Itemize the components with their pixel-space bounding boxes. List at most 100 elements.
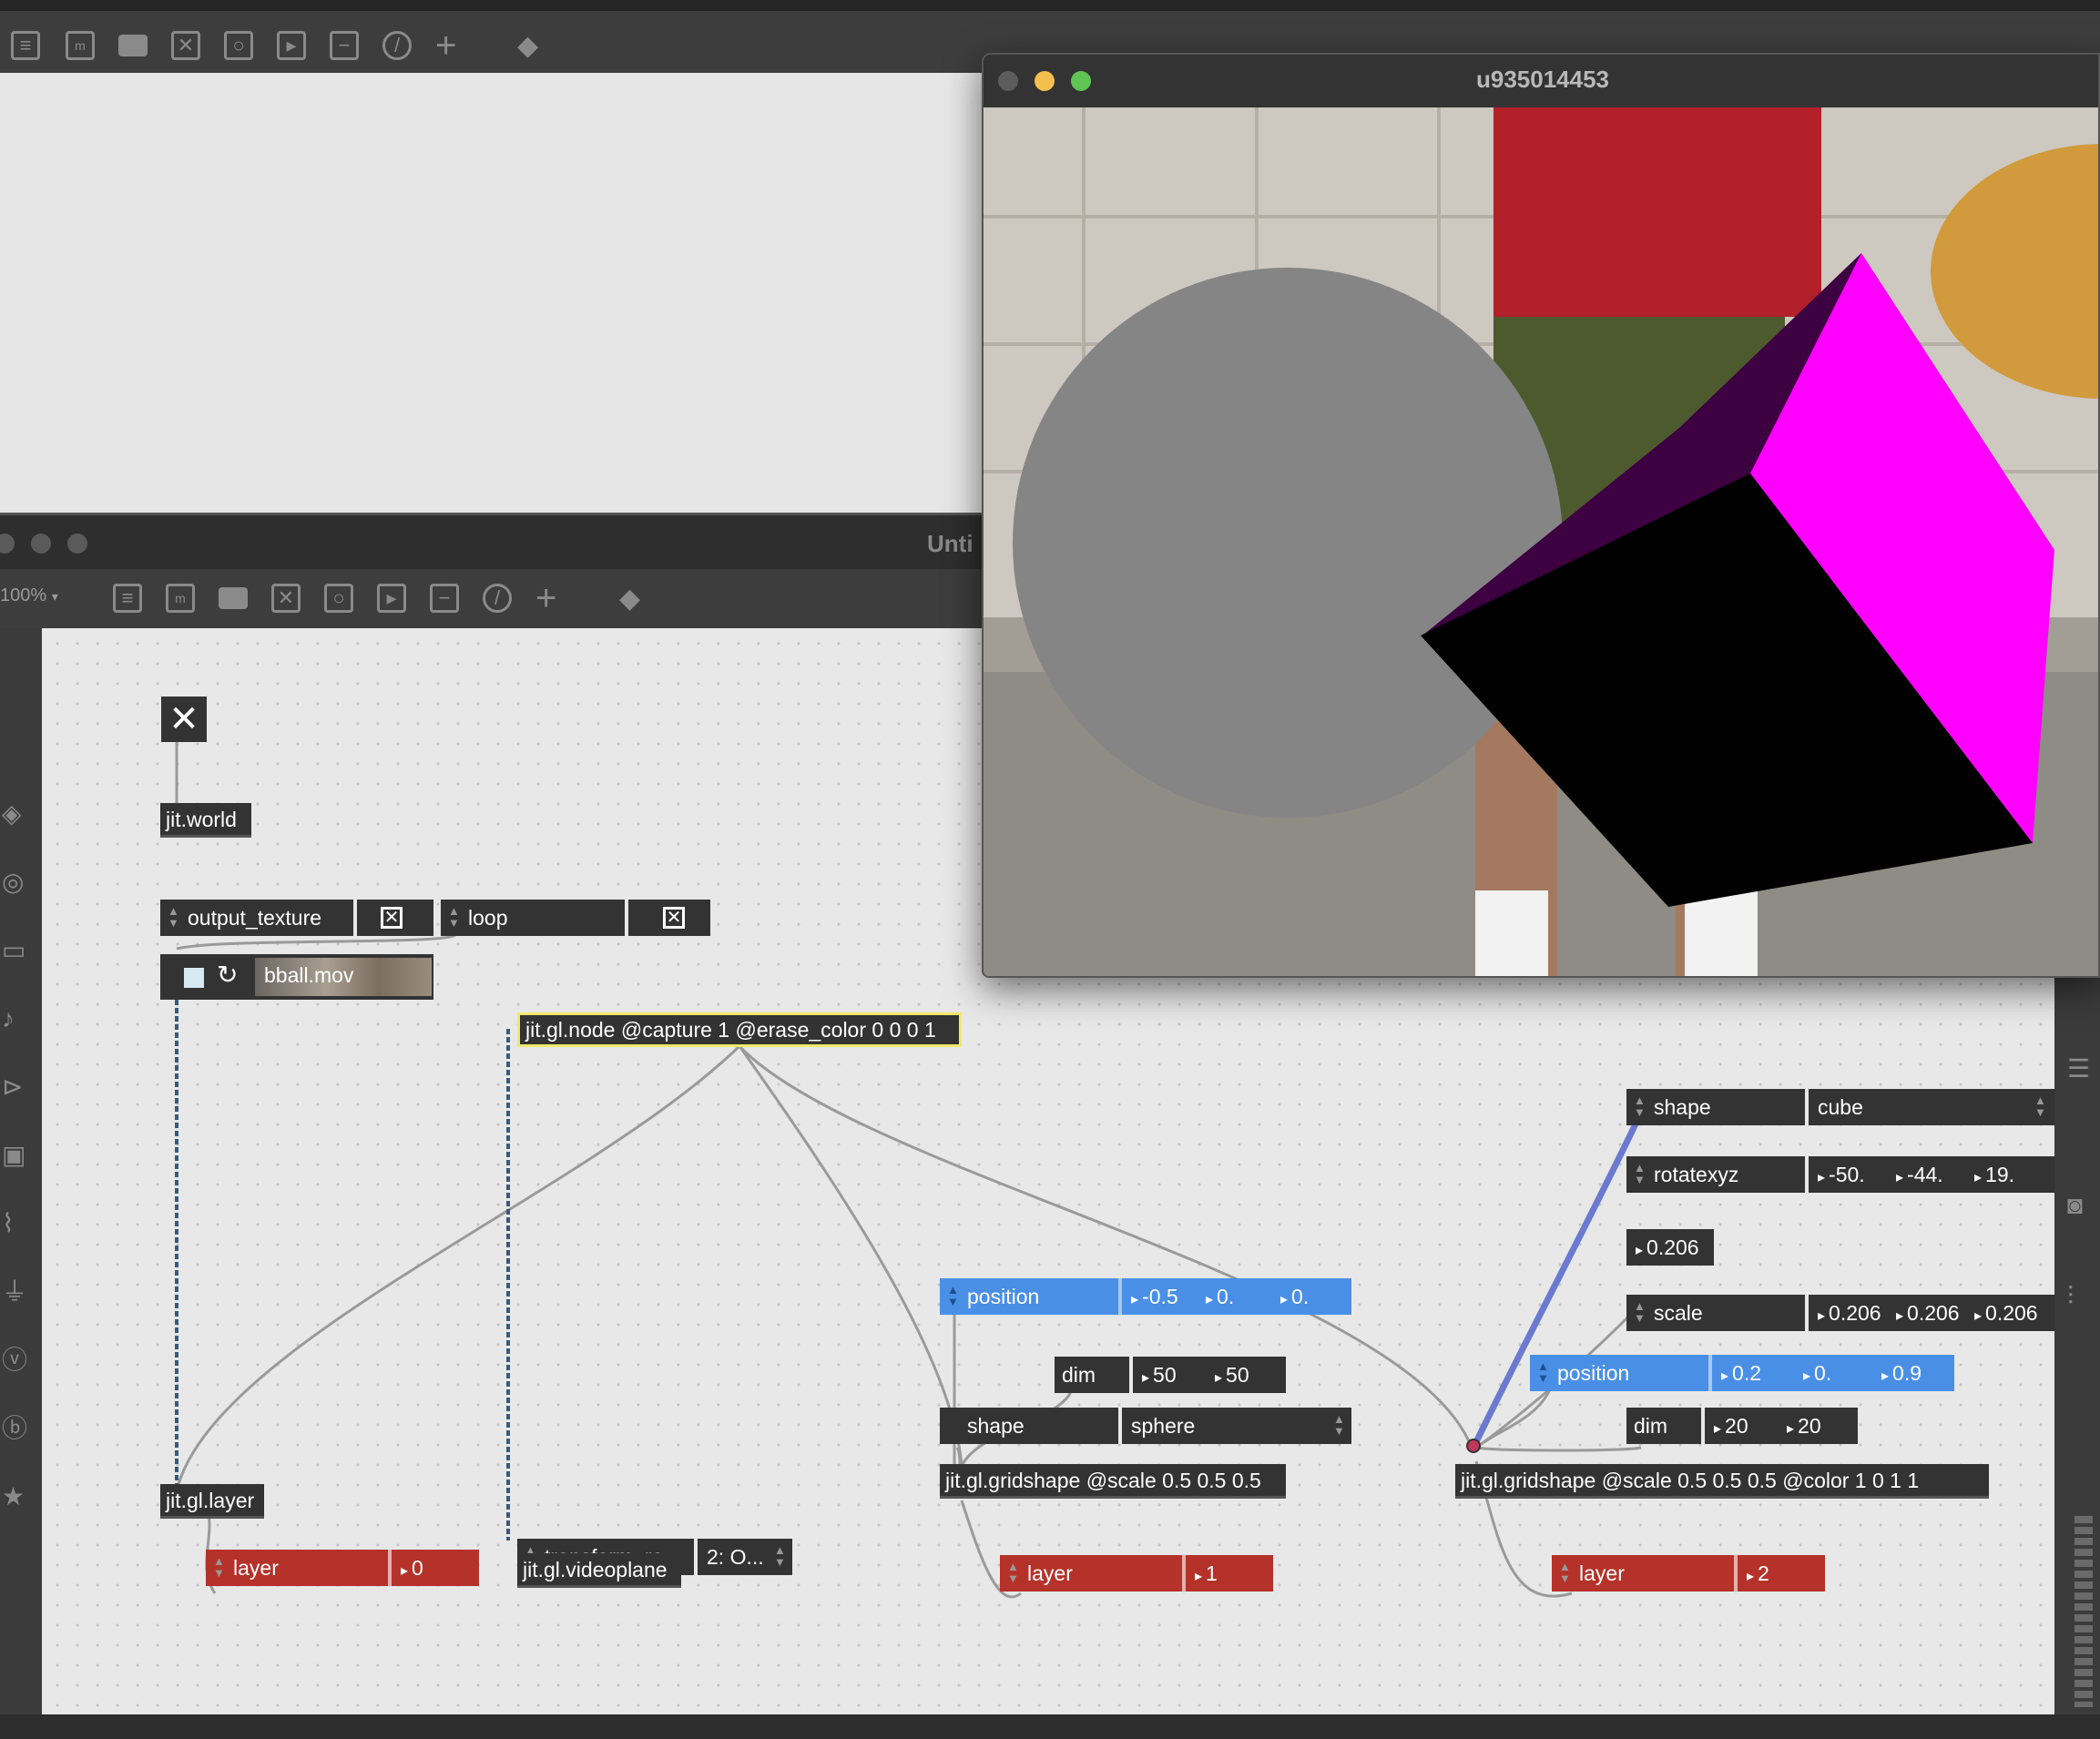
slider-icon[interactable]: −	[330, 31, 359, 60]
zoom-menu[interactable]: 100% ▾	[0, 585, 58, 606]
paperclip-icon[interactable]: ⌇	[2, 1211, 27, 1236]
movie-player[interactable]: ↻ bball.mov	[160, 954, 433, 1000]
loop-attrui[interactable]: ▲ ▼ loop ✕	[441, 900, 710, 936]
paint-icon[interactable]: ◆	[619, 585, 640, 613]
attr-value[interactable]: 1	[1186, 1555, 1218, 1592]
render-window[interactable]: u935014453	[982, 53, 2100, 978]
add-icon[interactable]: +	[535, 580, 556, 616]
message-icon[interactable]: m	[166, 584, 195, 613]
comment-icon[interactable]	[219, 587, 248, 609]
cube-icon[interactable]: ◈	[2, 801, 27, 827]
cube-rotatexyz-attrui[interactable]: ▲▼ rotatexyz -50. -44. 19.	[1626, 1156, 2054, 1193]
cord-node-sphere	[738, 1045, 963, 1467]
patcher-icon[interactable]: ≡	[113, 584, 142, 613]
checkbox-icon[interactable]: ✕	[663, 907, 685, 929]
jit-world-object[interactable]: jit.world	[160, 803, 251, 838]
attr-menu[interactable]: cube	[1809, 1089, 1863, 1125]
attr-value[interactable]: 50	[1133, 1357, 1177, 1393]
v-badge-icon[interactable]: ⓥ	[2, 1347, 27, 1373]
attr-value[interactable]: 50	[1206, 1357, 1249, 1393]
attr-value[interactable]: 0.	[1197, 1278, 1234, 1315]
close-dot-icon[interactable]	[0, 534, 15, 554]
zoom-dot-icon[interactable]	[67, 534, 87, 554]
camera-icon[interactable]: ◙	[2067, 1193, 2093, 1218]
jit-gl-videoplane-object[interactable]: jit.gl.videoplane	[517, 1553, 681, 1588]
image-icon[interactable]: ▣	[2, 1143, 27, 1168]
message-icon[interactable]: m	[66, 31, 95, 60]
left-sidebar: ◈ ◎ ▭ ♪ ⊳ ▣ ⌇ ⏚ ⓥ ⓑ ★	[0, 628, 42, 1721]
number-icon[interactable]: ▸	[377, 584, 406, 613]
b-badge-icon[interactable]: ⓑ	[2, 1416, 27, 1441]
paint-icon[interactable]: ◆	[517, 33, 538, 60]
attr-value[interactable]: -50.	[1809, 1156, 1865, 1193]
film-icon[interactable]: ▭	[2, 938, 27, 963]
add-icon[interactable]: +	[435, 27, 456, 64]
cube-scale-attrui[interactable]: ▲▼ scale 0.206 0.206 0.206	[1626, 1295, 2054, 1331]
attr-value[interactable]: 0.206	[1809, 1295, 1881, 1331]
jit-gl-gridshape-sphere-object[interactable]: jit.gl.gridshape @scale 0.5 0.5 0.5	[940, 1464, 1286, 1499]
plug-icon[interactable]: ⏚	[2, 1279, 27, 1305]
sphere-dim-attrui[interactable]: dim 50 50	[1055, 1357, 1286, 1393]
attr-value[interactable]: 20	[1778, 1408, 1821, 1444]
back-patcher-canvas[interactable]	[0, 73, 1002, 513]
attr-name: loop	[468, 906, 508, 930]
gray-sphere	[1013, 268, 1563, 818]
attr-menu[interactable]: sphere	[1122, 1408, 1195, 1444]
button-icon[interactable]: ○	[324, 584, 353, 613]
cube-shape-attrui[interactable]: ▲ ▼ shape cube ▲ ▼	[1626, 1089, 2054, 1125]
layer-attrui-1[interactable]: ▲▼ layer 1	[1000, 1555, 1273, 1592]
sphere-position-attrui[interactable]: ▲▼ position -0.5 0. 0.	[940, 1278, 1351, 1315]
attr-value[interactable]: 0.206	[1965, 1295, 2038, 1331]
cube-dim-attrui[interactable]: dim 20 20	[1626, 1408, 1858, 1444]
attr-value[interactable]: -44.	[1887, 1156, 1943, 1193]
jit-gl-gridshape-cube-object[interactable]: jit.gl.gridshape @scale 0.5 0.5 0.5 @col…	[1455, 1464, 1989, 1499]
patcher-icon[interactable]: ≡	[11, 31, 40, 60]
dial-icon[interactable]: /	[382, 31, 412, 60]
attr-value[interactable]: 19.	[1965, 1156, 2014, 1193]
attr-name: layer	[233, 1556, 279, 1580]
attr-value[interactable]: 0.	[1794, 1355, 1831, 1391]
target-icon[interactable]: ◎	[2, 870, 27, 895]
media-icon[interactable]: ⊳	[2, 1074, 27, 1100]
world-toggle[interactable]: ✕	[161, 697, 207, 742]
cube-position-attrui[interactable]: ▲▼ position 0.2 0. 0.9	[1530, 1355, 1954, 1391]
comment-icon[interactable]	[118, 35, 148, 56]
music-note-icon[interactable]: ♪	[2, 1006, 27, 1032]
attr-name: scale	[1654, 1301, 1703, 1325]
cube-flonum[interactable]: 0.206	[1626, 1229, 1714, 1266]
zoom-level: 100%	[0, 585, 47, 605]
sphere-shape-attrui[interactable]: shape sphere ▲ ▼	[940, 1408, 1351, 1444]
stop-icon[interactable]	[184, 968, 204, 988]
toggle-icon[interactable]: ✕	[171, 31, 200, 60]
cord-sphere-shape	[955, 1447, 962, 1467]
render-window-titlebar[interactable]: u935014453	[984, 55, 2098, 107]
attr-value[interactable]: 0.2	[1712, 1355, 1761, 1391]
stepper-arrows-icon: ▲▼	[1333, 1412, 1345, 1438]
attr-value[interactable]: -0.5	[1122, 1278, 1178, 1315]
attr-menu[interactable]: 2: O...	[698, 1539, 764, 1575]
number-icon[interactable]: ▸	[277, 31, 306, 60]
loop-icon[interactable]: ↻	[217, 961, 238, 989]
toggle-icon[interactable]: ✕	[271, 584, 301, 613]
star-icon[interactable]: ★	[2, 1484, 27, 1510]
dial-icon[interactable]: /	[483, 584, 512, 613]
render-viewport[interactable]	[984, 107, 2098, 976]
layer-attrui-2[interactable]: ▲▼ layer 2	[1552, 1555, 1825, 1592]
attr-value[interactable]: 20	[1705, 1408, 1748, 1444]
attr-value[interactable]: 0.9	[1872, 1355, 1922, 1391]
flonum-value[interactable]: 0.206	[1626, 1229, 1699, 1266]
attr-value[interactable]: 2	[1738, 1555, 1769, 1592]
jit-gl-node-object[interactable]: jit.gl.node @capture 1 @erase_color 0 0 …	[517, 1012, 962, 1047]
checkbox-icon[interactable]: ✕	[381, 907, 403, 929]
list-icon[interactable]: ☰	[2067, 1056, 2093, 1082]
attr-value[interactable]: 0.	[1271, 1278, 1309, 1315]
layer-attrui-0[interactable]: ▲▼ layer 0	[206, 1550, 479, 1586]
jit-gl-layer-object[interactable]: jit.gl.layer	[160, 1484, 264, 1519]
attr-value[interactable]: 0.206	[1887, 1295, 1960, 1331]
attr-value[interactable]: 0	[392, 1550, 423, 1586]
sliders-icon[interactable]: ⫶	[2067, 1284, 2093, 1309]
output-texture-attrui[interactable]: ▲ ▼ output_texture ✕	[160, 900, 433, 936]
minimize-dot-icon[interactable]	[31, 534, 51, 554]
slider-icon[interactable]: −	[430, 584, 459, 613]
button-icon[interactable]: ○	[224, 31, 253, 60]
